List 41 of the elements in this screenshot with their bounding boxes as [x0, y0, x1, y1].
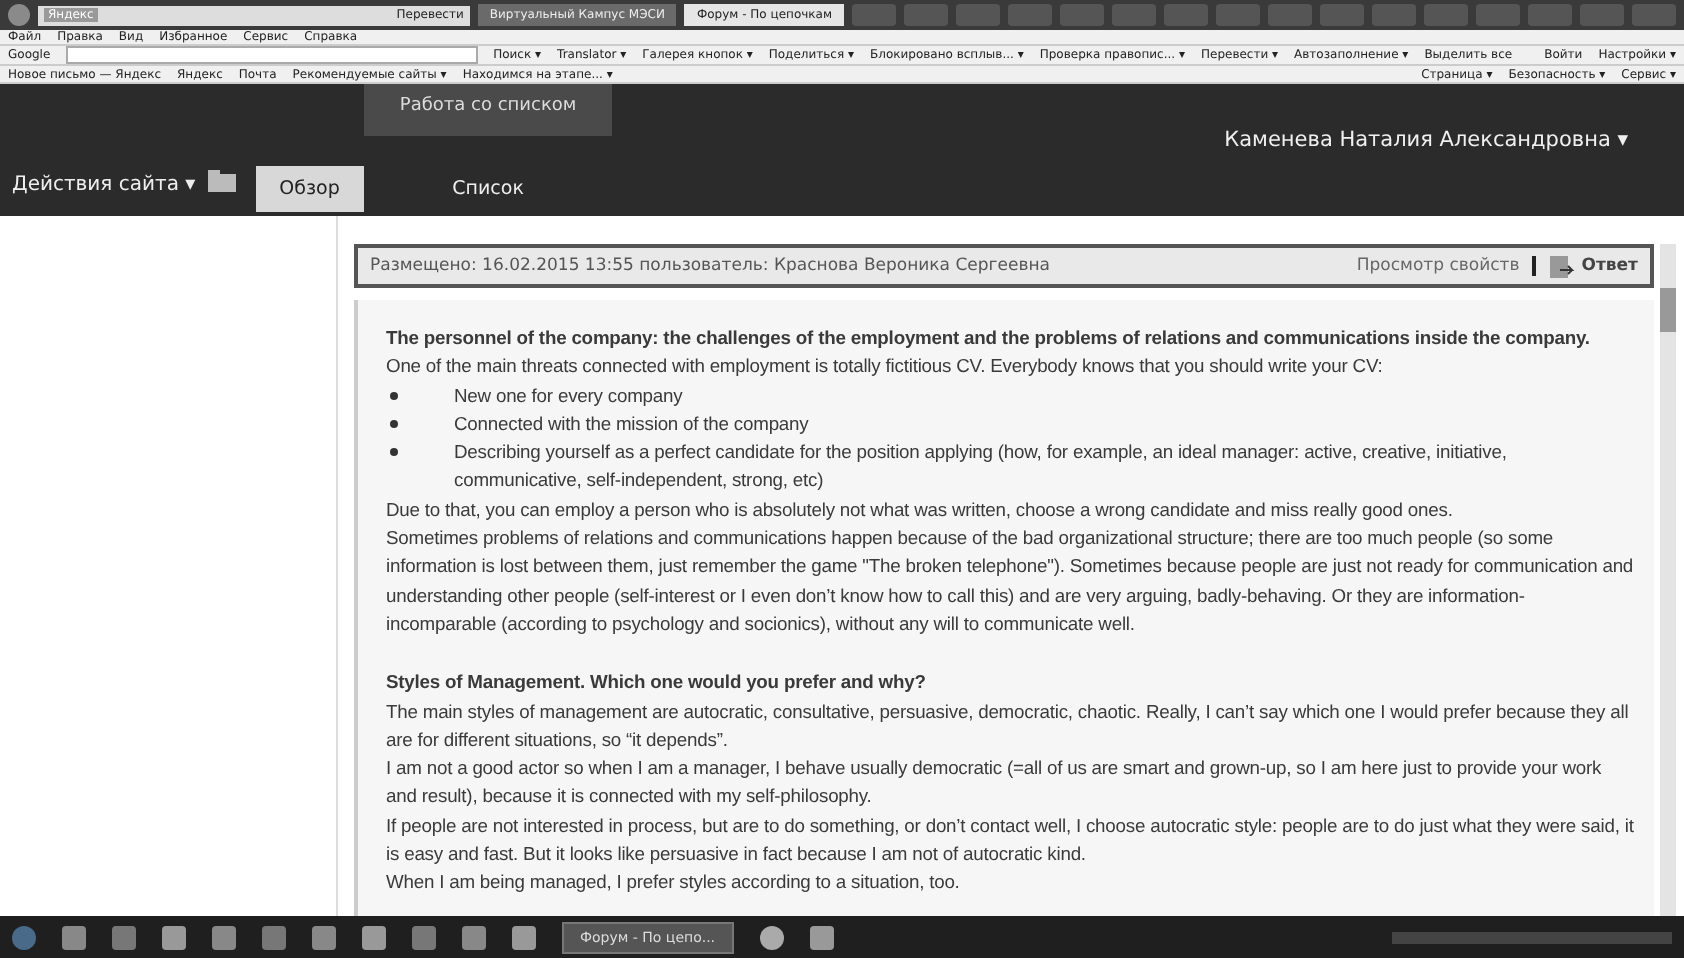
scroll-thumb[interactable] — [1660, 288, 1676, 332]
user-menu[interactable]: Каменева Наталия Александровна ▾ — [1212, 126, 1640, 154]
ribbon-tab[interactable]: Список — [363, 166, 613, 212]
bullet-text: New one for every company — [454, 381, 683, 410]
search-field[interactable] — [66, 46, 478, 64]
bullet-icon — [390, 419, 398, 428]
folder-icon — [207, 168, 236, 192]
taskbar-app-icon[interactable] — [362, 925, 386, 949]
post-paragraph: When I am being managed, I prefer styles according to a situation, too. — [386, 868, 962, 897]
post-heading: The personnel of the company: the challenges of the employment and the problems of relations and communications inside the company. — [386, 324, 1592, 352]
taskbar-app-icon[interactable] — [212, 925, 236, 949]
post-paragraph: One of the main threats connected with employment is totally fictitious CV. Everybody knows that you should write your CV: — [386, 352, 1385, 381]
bullet-text: Connected with the mission of the company — [454, 409, 809, 438]
bullet-icon — [390, 391, 398, 400]
taskbar-app-icon[interactable] — [462, 925, 486, 949]
post-paragraph: The main styles of management are autocratic, consultative, persuasive, democratic, chaotic. Really, I can’t say which one I would prefer because they all are for different situations, so “it depends”. — [386, 697, 1631, 754]
taskbar-app-icon[interactable] — [162, 925, 186, 949]
post-paragraph: Due to that, you can employ a person who is absolutely not what was written, choose a wrong candidate and miss really good ones. — [386, 495, 1455, 524]
back-button[interactable] — [8, 4, 30, 26]
post-heading: Styles of Management. Which one would you prefer and why? — [386, 668, 928, 697]
taskbar-app-icon[interactable] — [759, 925, 784, 949]
ribbon-tab[interactable]: Обзор — [255, 166, 364, 212]
bullet-icon — [390, 448, 398, 457]
post-paragraph: If people are not interested in process, but are to do something, or don’t contact well, I choose autocratic style: people are to do just what they were said, it is easy and fast. But it looks like persuasive in fact because I am not of autocratic kind. — [386, 811, 1634, 869]
taskbar-app-icon[interactable] — [62, 925, 86, 949]
post-meta: Размещено: 16.02.2015 13:55 пользователь: Краснова Вероника Сергеевна — [370, 256, 1050, 276]
taskbar-app-icon[interactable] — [262, 925, 286, 949]
taskbar-app-icon[interactable] — [809, 925, 834, 949]
post-paragraph: Sometimes problems of relations and communications happen because of the bad organizational structure; there are too much people (so some information is lost between them, just remember the game "The broken telephone"). Sometimes because people are just not ready for communication and understanding other people (self-interest or I even don’t know how to call this) and are very arguing, badly-behaving. Or they are information-incomparable (according to psychology and socionics), without any will to communicate well. — [386, 524, 1634, 638]
reply-button[interactable]: Ответ — [1547, 253, 1638, 279]
properties-link[interactable]: Просмотр свойств — [1356, 256, 1536, 276]
post-paragraph: I am not a good actor so when I am a manager, I behave usually democratic (=all of us are smart and grown-up, so I am here just to provide your work and result), because it is connected with my self-philosophy. — [386, 754, 1604, 811]
start-button[interactable] — [12, 925, 36, 949]
taskbar-app-icon[interactable] — [312, 925, 336, 949]
taskbar-app-icon[interactable] — [512, 925, 536, 949]
taskbar-app-icon[interactable] — [412, 925, 436, 949]
tab-group-label: Работа со списком — [363, 84, 613, 136]
site-actions-menu[interactable]: Действия сайта ▾ — [12, 174, 196, 196]
taskbar-app-icon[interactable] — [112, 925, 136, 949]
bullet-text: Describing yourself as a perfect candidate for the position applying (how, for example, an ideal manager: active, creative, initiative, communicative, self-independent, strong, etc) — [454, 438, 1509, 495]
reply-icon — [1547, 253, 1576, 279]
